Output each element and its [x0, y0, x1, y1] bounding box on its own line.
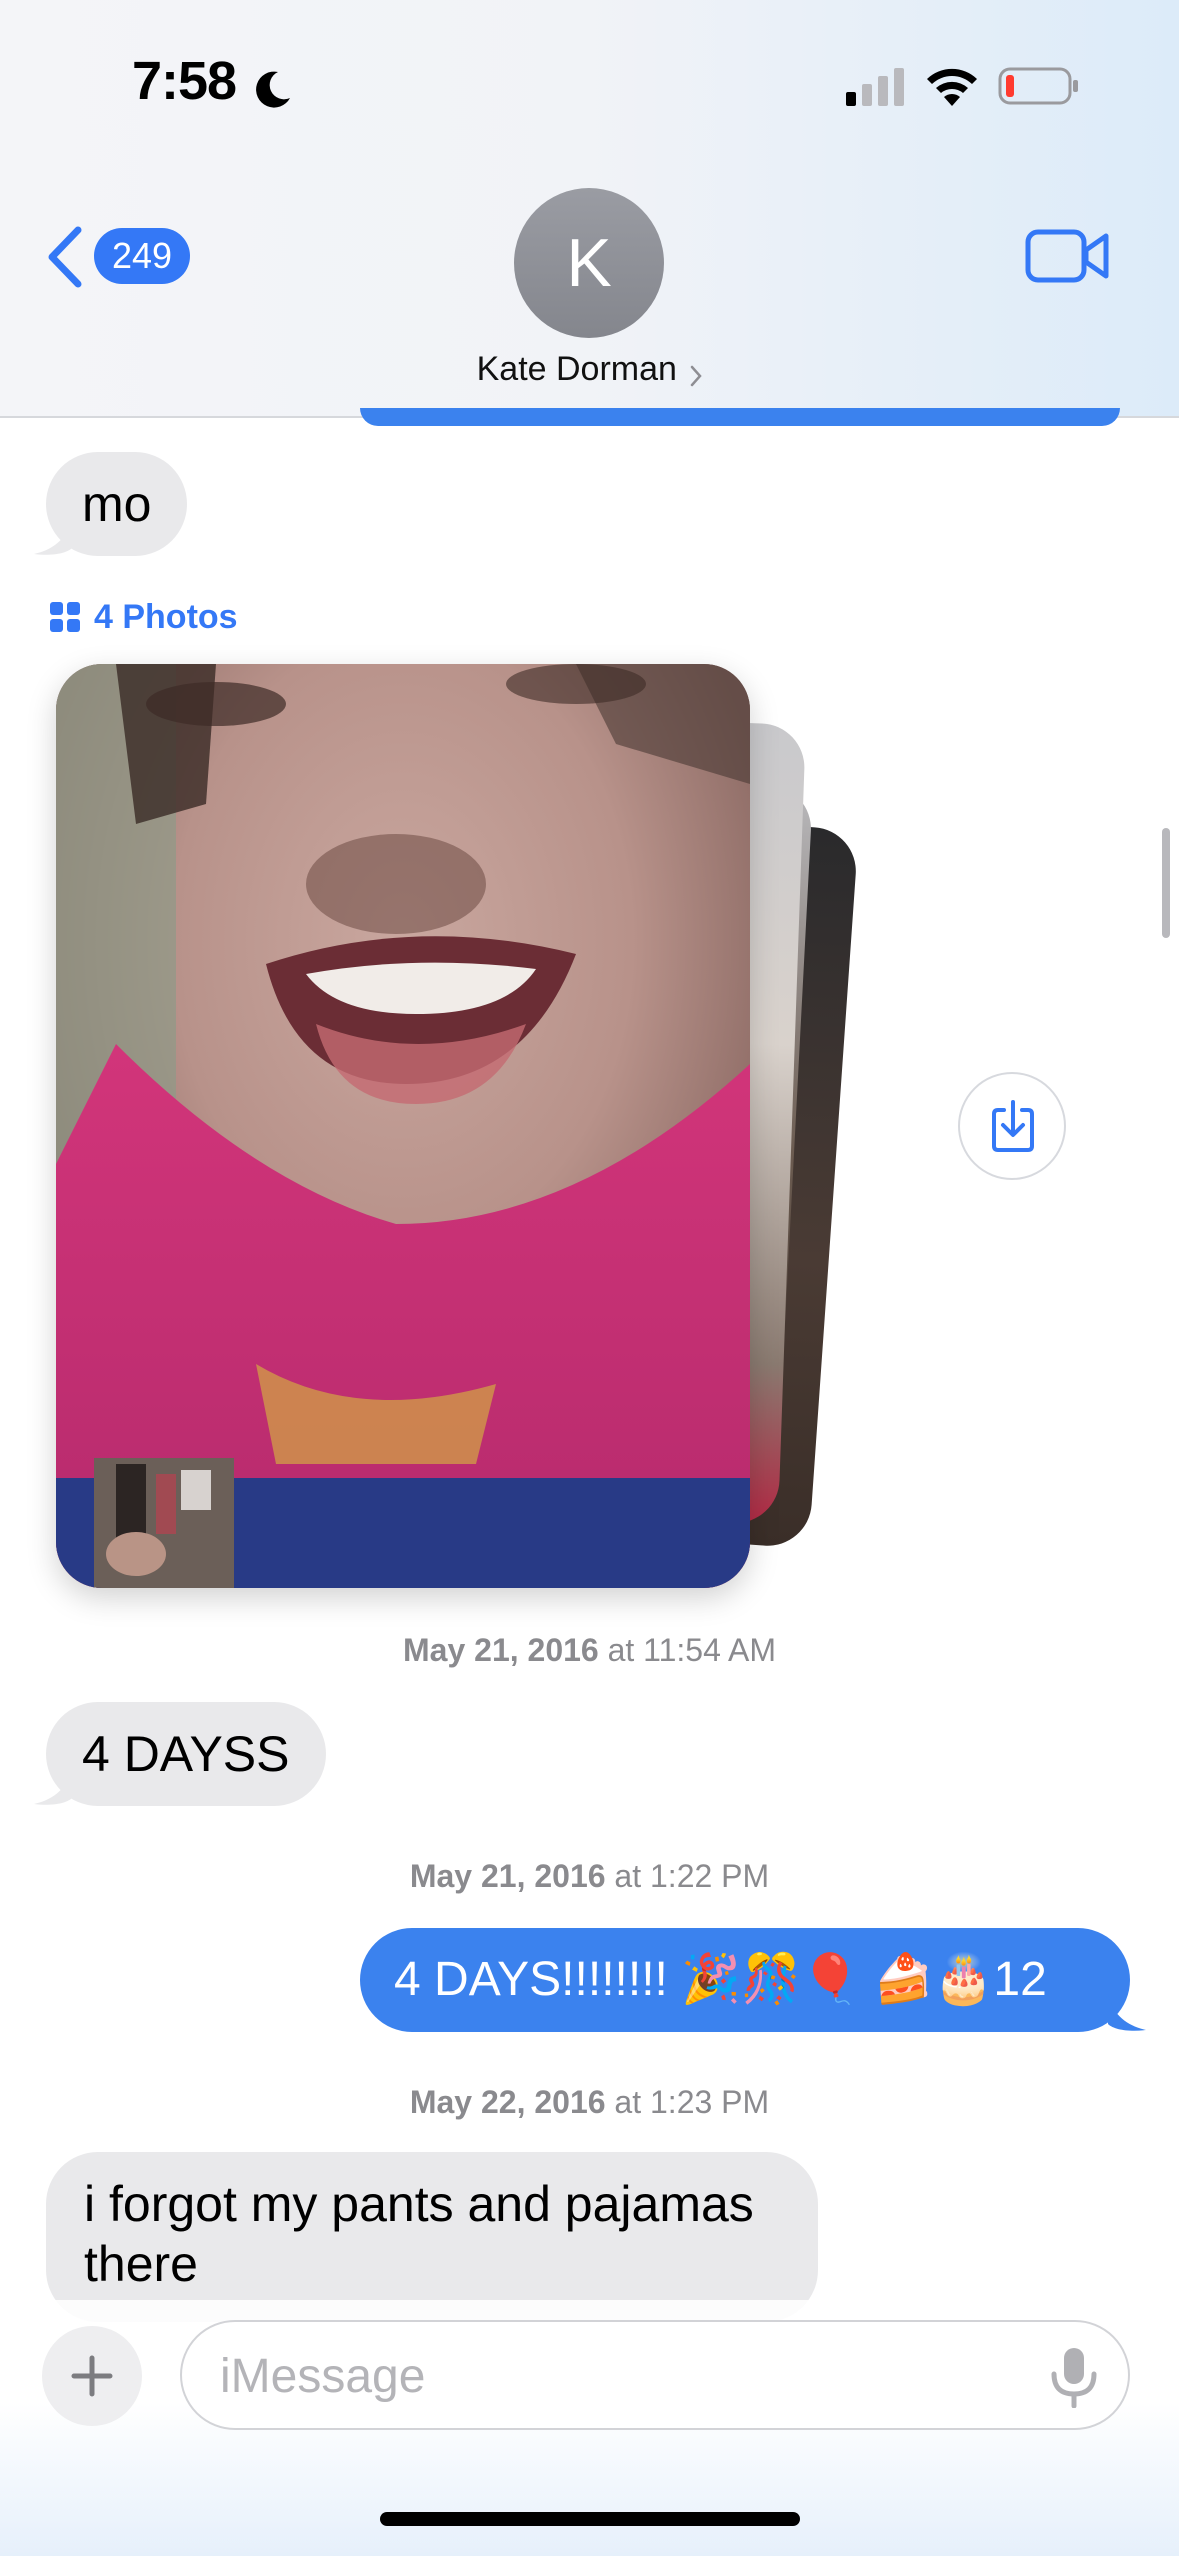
download-icon [992, 1100, 1034, 1152]
video-camera-icon[interactable] [1024, 226, 1110, 286]
wifi-icon [927, 68, 977, 106]
battery-low-icon [998, 67, 1078, 105]
unread-count-badge: 249 [94, 228, 190, 284]
chevron-left-icon [48, 226, 82, 288]
photo-stack-label[interactable]: 4 Photos [50, 598, 238, 640]
outgoing-message-bubble[interactable]: 4 DAYS!!!!!!!! 🎉🎊🎈 🍰🎂12 [360, 1928, 1130, 2032]
message-text: mo [82, 476, 152, 532]
cellular-signal-icon [846, 68, 904, 106]
message-text: 4 DAYSS [82, 1726, 290, 1782]
microphone-icon[interactable] [1044, 2346, 1104, 2408]
message-line: there [84, 2236, 198, 2292]
message-text: 4 DAYS!!!!!!!! 🎉🎊🎈 🍰🎂12 [394, 1953, 1047, 2006]
selfie-image [56, 664, 750, 1588]
photo-count-text: 4 Photos [94, 598, 238, 636]
contact-name-button[interactable]: Kate Dorman [400, 350, 780, 396]
bubble-tail [1108, 1996, 1146, 2031]
home-indicator[interactable] [380, 2512, 800, 2526]
message-timestamp: May 22, 2016 at 1:23 PM [409, 2084, 770, 2120]
bubble-tail [34, 1770, 72, 1805]
incoming-message-bubble[interactable]: 4 DAYSS [46, 1702, 326, 1806]
scroll-indicator[interactable] [1162, 828, 1170, 938]
messages-screen: 7:58 249 K Kate Dorman mo 4 Photos May 2… [0, 0, 1179, 2556]
apps-plus-button[interactable] [42, 2326, 142, 2426]
message-timestamp: May 21, 2016 at 1:22 PM [409, 1858, 770, 1894]
message-input-field[interactable] [180, 2320, 1130, 2430]
back-button[interactable]: 249 [46, 222, 196, 288]
message-timestamp: May 21, 2016 at 11:54 AM [403, 1632, 776, 1668]
moon-icon [256, 71, 290, 108]
plus-icon [71, 2355, 113, 2397]
incoming-message-bubble[interactable]: i forgot my pants and pajamas there [46, 2152, 818, 2322]
imessage-input[interactable] [218, 2340, 1022, 2412]
save-photos-button[interactable] [958, 1072, 1066, 1180]
status-time: 7:58 [132, 51, 237, 111]
message-line: i forgot my pants and pajamas [84, 2176, 754, 2232]
contact-name: Kate Dorman [476, 350, 677, 388]
conversation-header: 7:58 249 K Kate Dorman [0, 0, 1179, 418]
chevron-right-icon [691, 365, 703, 387]
grid-icon [50, 602, 80, 632]
bubble-tail [34, 520, 72, 555]
contact-avatar[interactable]: K [514, 188, 664, 338]
outgoing-bubble-partial [360, 408, 1120, 426]
photo-thumbnail[interactable] [56, 664, 750, 1588]
